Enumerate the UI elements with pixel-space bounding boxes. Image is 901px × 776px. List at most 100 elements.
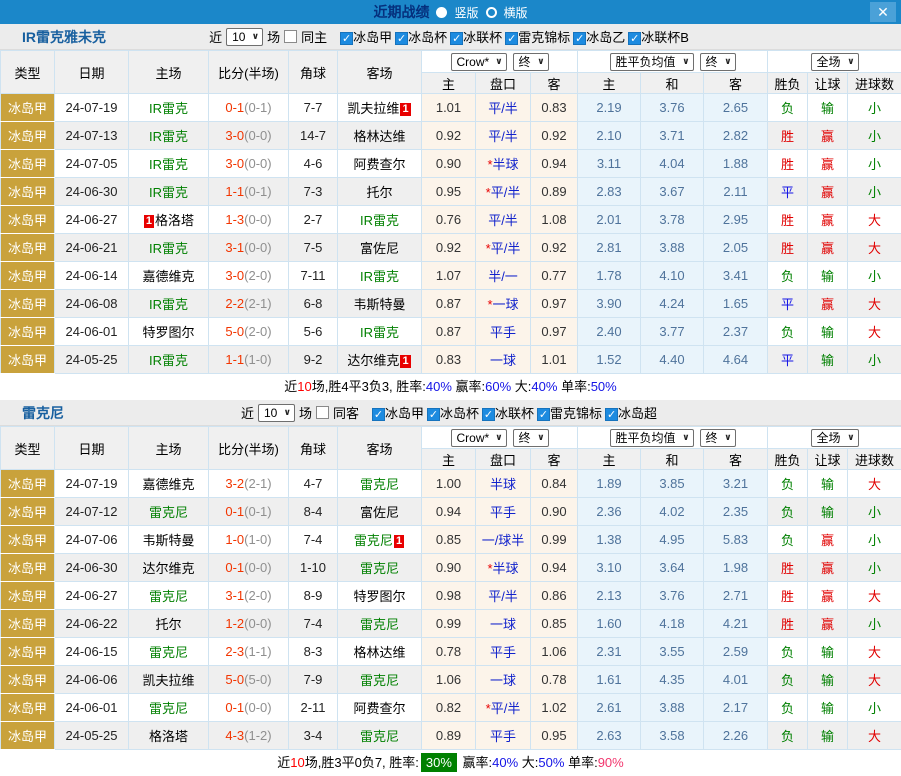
- cell-mean-home: 2.83: [578, 178, 641, 206]
- cell-mean-draw: 4.10: [641, 262, 704, 290]
- league-checkbox[interactable]: ✓: [450, 32, 463, 45]
- cell-mean-away: 1.65: [704, 290, 768, 318]
- same-away-checkbox[interactable]: [316, 406, 329, 419]
- league-checkbox[interactable]: ✓: [340, 32, 353, 45]
- cell-handicap: *平/半: [476, 234, 531, 262]
- cell-score: 3-2(2-1): [209, 470, 289, 498]
- cell-league: 冰岛甲: [1, 150, 55, 178]
- cell-handicap-result: 赢: [808, 206, 848, 234]
- subcol-goals: 进球数: [848, 73, 901, 94]
- mean-period-select[interactable]: 终: [701, 54, 735, 70]
- cell-result: 负: [768, 666, 808, 694]
- cell-home-team: IR雷克: [129, 290, 209, 318]
- match-row: 冰岛甲24-06-15雷克尼2-3(1-1)8-3格林达维0.78平手1.062…: [1, 638, 901, 666]
- recent-count-select[interactable]: 10: [259, 405, 294, 421]
- cell-date: 24-06-08: [55, 290, 129, 318]
- cell-handicap-result: 赢: [808, 122, 848, 150]
- team-label: IR雷克: [149, 241, 188, 256]
- league-checkbox[interactable]: ✓: [395, 32, 408, 45]
- match-row: 冰岛甲24-06-22托尔1-2(0-0)7-4雷克尼0.99一球0.851.6…: [1, 610, 901, 638]
- cell-goals-result: 小: [848, 150, 901, 178]
- match-row: 冰岛甲24-05-25IR雷克1-1(1-0)9-2达尔维克10.83一球1.0…: [1, 346, 901, 374]
- cell-odds-home: 0.87: [422, 318, 476, 346]
- col-header-score: 比分(半场): [209, 51, 289, 94]
- team-label: 雷克尼: [360, 673, 399, 688]
- mean-source-select[interactable]: 胜平负均值: [611, 54, 693, 70]
- cell-goals-result: 大: [848, 582, 901, 610]
- same-home-checkbox[interactable]: [284, 30, 297, 43]
- cell-mean-draw: 3.85: [641, 470, 704, 498]
- cell-mean-away: 2.35: [704, 498, 768, 526]
- cell-mean-home: 2.61: [578, 694, 641, 722]
- cell-away-team: 格林达维: [338, 122, 422, 150]
- team-label: 雷克尼: [360, 477, 399, 492]
- league-checkbox[interactable]: ✓: [605, 408, 618, 421]
- odds-period-select[interactable]: 终: [514, 430, 548, 446]
- cell-odds-home: 0.98: [422, 582, 476, 610]
- cell-odds-away: 0.83: [531, 94, 578, 122]
- league-checkbox[interactable]: ✓: [505, 32, 518, 45]
- cell-home-team: 凯夫拉维: [129, 666, 209, 694]
- cell-date: 24-06-01: [55, 694, 129, 722]
- cell-score: 1-1(1-0): [209, 346, 289, 374]
- red-card-badge: 1: [400, 103, 410, 116]
- close-button[interactable]: ✕: [870, 2, 896, 22]
- cell-date: 24-06-22: [55, 610, 129, 638]
- cell-handicap: 平手: [476, 638, 531, 666]
- summary-text: 近: [277, 755, 290, 770]
- mean-source-select[interactable]: 胜平负均值: [611, 430, 693, 446]
- col-header-home: 主场: [129, 51, 209, 94]
- team-label: 凯夫拉维: [142, 673, 194, 688]
- col-header-type: 类型: [1, 427, 55, 470]
- scope-select[interactable]: 全场: [812, 430, 858, 446]
- cell-goals-result: 小: [848, 262, 901, 290]
- team-label: IR雷克: [149, 129, 188, 144]
- horizontal-layout-radio[interactable]: [486, 7, 497, 18]
- summary-text: 90%: [598, 755, 624, 770]
- cell-mean-home: 1.52: [578, 346, 641, 374]
- cell-odds-away: 0.94: [531, 554, 578, 582]
- cell-league: 冰岛甲: [1, 206, 55, 234]
- odds-source-select[interactable]: Crow*: [452, 54, 506, 70]
- league-checkbox[interactable]: ✓: [537, 408, 550, 421]
- league-checkbox[interactable]: ✓: [372, 408, 385, 421]
- mean-period-select[interactable]: 终: [701, 430, 735, 446]
- cell-mean-home: 2.81: [578, 234, 641, 262]
- league-checkbox[interactable]: ✓: [427, 408, 440, 421]
- cell-odds-home: 1.06: [422, 666, 476, 694]
- odds-source-select[interactable]: Crow*: [452, 430, 506, 446]
- cell-result: 平: [768, 178, 808, 206]
- cell-date: 24-07-13: [55, 122, 129, 150]
- cell-mean-home: 3.90: [578, 290, 641, 318]
- cell-away-team: 雷克尼: [338, 554, 422, 582]
- cell-corners: 2-7: [289, 206, 338, 234]
- cell-handicap-result: 输: [808, 694, 848, 722]
- league-checkbox[interactable]: ✓: [482, 408, 495, 421]
- scope-select[interactable]: 全场: [812, 54, 858, 70]
- cell-odds-away: 1.08: [531, 206, 578, 234]
- cell-mean-home: 2.01: [578, 206, 641, 234]
- vertical-layout-radio[interactable]: [436, 7, 447, 18]
- cell-handicap: 平/半: [476, 122, 531, 150]
- cell-mean-home: 1.78: [578, 262, 641, 290]
- team-label: 托尔: [155, 617, 181, 632]
- cell-corners: 9-2: [289, 346, 338, 374]
- cell-corners: 7-5: [289, 234, 338, 262]
- cell-goals-result: 大: [848, 234, 901, 262]
- cell-mean-draw: 4.40: [641, 346, 704, 374]
- recent-count-select[interactable]: 10: [227, 29, 262, 45]
- cell-goals-result: 大: [848, 206, 901, 234]
- cell-league: 冰岛甲: [1, 318, 55, 346]
- league-checkbox[interactable]: ✓: [573, 32, 586, 45]
- odds-period-select[interactable]: 终: [514, 54, 548, 70]
- horizontal-layout-label[interactable]: 横版: [504, 4, 528, 21]
- cell-handicap-result: 输: [808, 722, 848, 750]
- cell-odds-home: 1.01: [422, 94, 476, 122]
- vertical-layout-label[interactable]: 竖版: [454, 4, 478, 21]
- cell-score: 5-0(5-0): [209, 666, 289, 694]
- league-checkbox[interactable]: ✓: [628, 32, 641, 45]
- summary-line-team1: 近10场,胜4平3负3, 胜率:40% 赢率:60% 大:40% 单率:50%: [0, 374, 901, 400]
- league-filter-group: ✓冰岛甲✓冰岛杯✓冰联杯✓雷克锦标✓冰岛超: [372, 403, 660, 422]
- recent-count-select-wrap: 10: [258, 404, 295, 422]
- subcol-handicap: 盘口: [476, 449, 531, 470]
